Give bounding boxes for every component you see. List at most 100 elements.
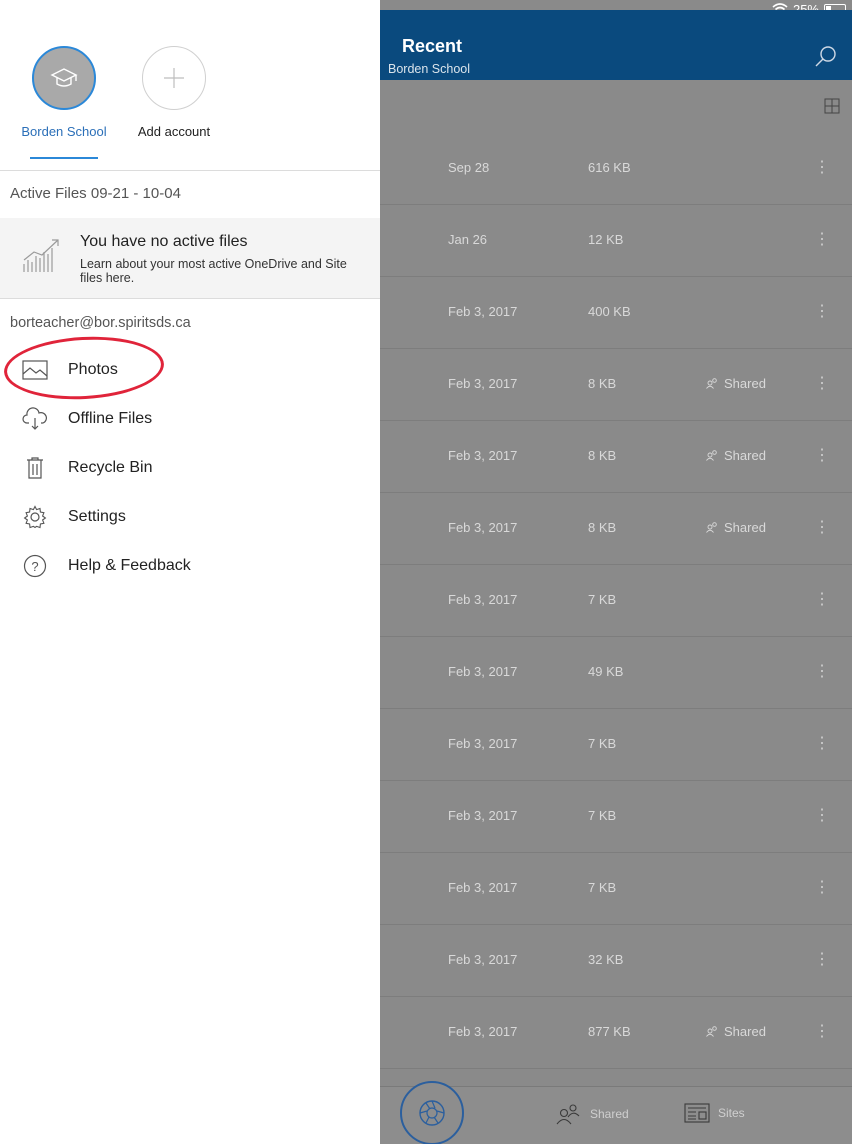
file-row[interactable]: Feb 3, 2017 7 KB ⋮ <box>380 781 852 853</box>
more-options-icon[interactable]: ⋮ <box>814 445 830 465</box>
plus-icon <box>164 68 184 88</box>
graduation-cap-icon <box>50 68 78 87</box>
cloud-download-icon <box>22 406 48 432</box>
nav-item-help-feedback[interactable]: ? Help & Feedback <box>0 544 380 588</box>
file-size: 32 KB <box>588 952 624 967</box>
camera-button[interactable] <box>400 1081 464 1144</box>
shared-people-icon <box>706 450 717 461</box>
file-row[interactable]: Feb 3, 2017 8 KB Shared ⋮ <box>380 421 852 493</box>
file-size: 7 KB <box>588 736 617 751</box>
empty-state-description: Learn about your most active OneDrive an… <box>80 257 347 285</box>
file-date: Feb 3, 2017 <box>448 1024 518 1039</box>
shared-people-icon <box>706 522 717 533</box>
divider <box>0 298 380 299</box>
grid-view-icon[interactable] <box>824 98 840 114</box>
file-date: Jan 26 <box>448 232 488 247</box>
nav-item-label: Recycle Bin <box>68 459 153 476</box>
file-row[interactable]: Feb 3, 2017 7 KB ⋮ <box>380 565 852 637</box>
nav-item-label: Help & Feedback <box>68 557 191 574</box>
file-date: Sep 28 <box>448 160 490 175</box>
more-options-icon[interactable]: ⋮ <box>814 229 830 249</box>
file-row[interactable]: Feb 3, 2017 7 KB ⋮ <box>380 709 852 781</box>
file-size: 7 KB <box>588 880 617 895</box>
bottom-tab-bar: Shared Sites <box>380 1081 852 1144</box>
file-date: Feb 3, 2017 <box>448 880 518 895</box>
file-size: 8 KB <box>588 448 617 463</box>
shared-label: Shared <box>724 1024 766 1039</box>
file-date: Feb 3, 2017 <box>448 664 518 679</box>
file-row[interactable]: Feb 3, 2017 400 KB ⋮ <box>380 277 852 349</box>
shared-label: Shared <box>724 376 766 391</box>
shared-badge: Shared <box>706 376 766 391</box>
file-row[interactable]: Sep 28 616 KB ⋮ <box>380 133 852 205</box>
file-row[interactable]: Feb 3, 2017 877 KB Shared ⋮ <box>380 997 852 1069</box>
tab-shared[interactable]: Shared <box>556 1103 629 1125</box>
account-borden-school[interactable]: Borden School <box>14 46 114 140</box>
divider <box>0 170 380 171</box>
more-options-icon[interactable]: ⋮ <box>814 517 830 537</box>
file-size: 7 KB <box>588 592 617 607</box>
help-icon: ? <box>22 553 48 579</box>
shared-label: Shared <box>724 448 766 463</box>
shared-people-icon <box>706 1026 717 1037</box>
file-size: 616 KB <box>588 160 631 175</box>
file-date: Feb 3, 2017 <box>448 376 518 391</box>
more-options-icon[interactable]: ⋮ <box>814 157 830 177</box>
active-files-title: Active Files 09-21 - 10-04 <box>10 185 181 202</box>
more-options-icon[interactable]: ⋮ <box>814 373 830 393</box>
selected-account-indicator <box>30 157 98 159</box>
file-row[interactable]: Feb 3, 2017 32 KB ⋮ <box>380 925 852 997</box>
file-row[interactable]: Feb 3, 2017 49 KB ⋮ <box>380 637 852 709</box>
add-account-circle <box>142 46 206 110</box>
shared-people-icon <box>706 378 717 389</box>
file-size: 400 KB <box>588 304 631 319</box>
page-title: Recent <box>402 36 463 56</box>
file-row[interactable]: Feb 3, 2017 8 KB Shared ⋮ <box>380 493 852 565</box>
app-header: Recent Borden School <box>380 10 852 80</box>
annotation-circle <box>2 332 166 404</box>
gear-icon <box>22 504 48 530</box>
more-options-icon[interactable]: ⋮ <box>814 661 830 681</box>
shared-badge: Shared <box>706 1024 766 1039</box>
svg-text:?: ? <box>31 559 38 574</box>
file-date: Feb 3, 2017 <box>448 736 518 751</box>
more-options-icon[interactable]: ⋮ <box>814 805 830 825</box>
file-date: Feb 3, 2017 <box>448 952 518 967</box>
file-size: 8 KB <box>588 376 617 391</box>
file-date: Feb 3, 2017 <box>448 448 518 463</box>
active-files-card[interactable]: You have no active files Learn about you… <box>0 218 380 298</box>
more-options-icon[interactable]: ⋮ <box>814 1021 830 1041</box>
more-options-icon[interactable]: ⋮ <box>814 949 830 969</box>
file-size: 12 KB <box>588 232 624 247</box>
more-options-icon[interactable]: ⋮ <box>814 589 830 609</box>
trending-chart-icon <box>23 239 59 272</box>
shared-badge: Shared <box>706 448 766 463</box>
search-icon[interactable] <box>814 44 838 68</box>
more-options-icon[interactable]: ⋮ <box>814 877 830 897</box>
recent-files-pane: 25% Recent Borden School Sep 28 616 KB ⋮ Ja… <box>380 0 852 1144</box>
file-row[interactable]: Jan 26 12 KB ⋮ <box>380 205 852 277</box>
tab-sites[interactable]: Sites <box>684 1103 745 1123</box>
file-date: Feb 3, 2017 <box>448 592 518 607</box>
shared-label: Shared <box>724 520 766 535</box>
file-size: 877 KB <box>588 1024 631 1039</box>
more-options-icon[interactable]: ⋮ <box>814 733 830 753</box>
account-email: borteacher@bor.spiritsds.ca <box>10 315 191 331</box>
nav-item-settings[interactable]: Settings <box>0 495 380 539</box>
account-label: Borden School <box>21 124 107 139</box>
tab-label: Sites <box>718 1106 745 1120</box>
shared-people-icon <box>556 1104 580 1125</box>
camera-shutter-icon <box>419 1100 445 1126</box>
file-row[interactable]: Feb 3, 2017 8 KB Shared ⋮ <box>380 349 852 421</box>
nav-item-recycle-bin[interactable]: Recycle Bin <box>0 446 380 490</box>
add-account-button[interactable]: Add account <box>124 46 224 140</box>
file-size: 8 KB <box>588 520 617 535</box>
file-row[interactable]: Feb 3, 2017 7 KB ⋮ <box>380 853 852 925</box>
nav-item-offline-files[interactable]: Offline Files <box>0 397 380 441</box>
file-size: 7 KB <box>588 808 617 823</box>
more-options-icon[interactable]: ⋮ <box>814 301 830 321</box>
tab-label: Shared <box>590 1107 629 1121</box>
file-date: Feb 3, 2017 <box>448 808 518 823</box>
account-label: Add account <box>137 124 211 139</box>
sites-icon <box>684 1103 710 1123</box>
